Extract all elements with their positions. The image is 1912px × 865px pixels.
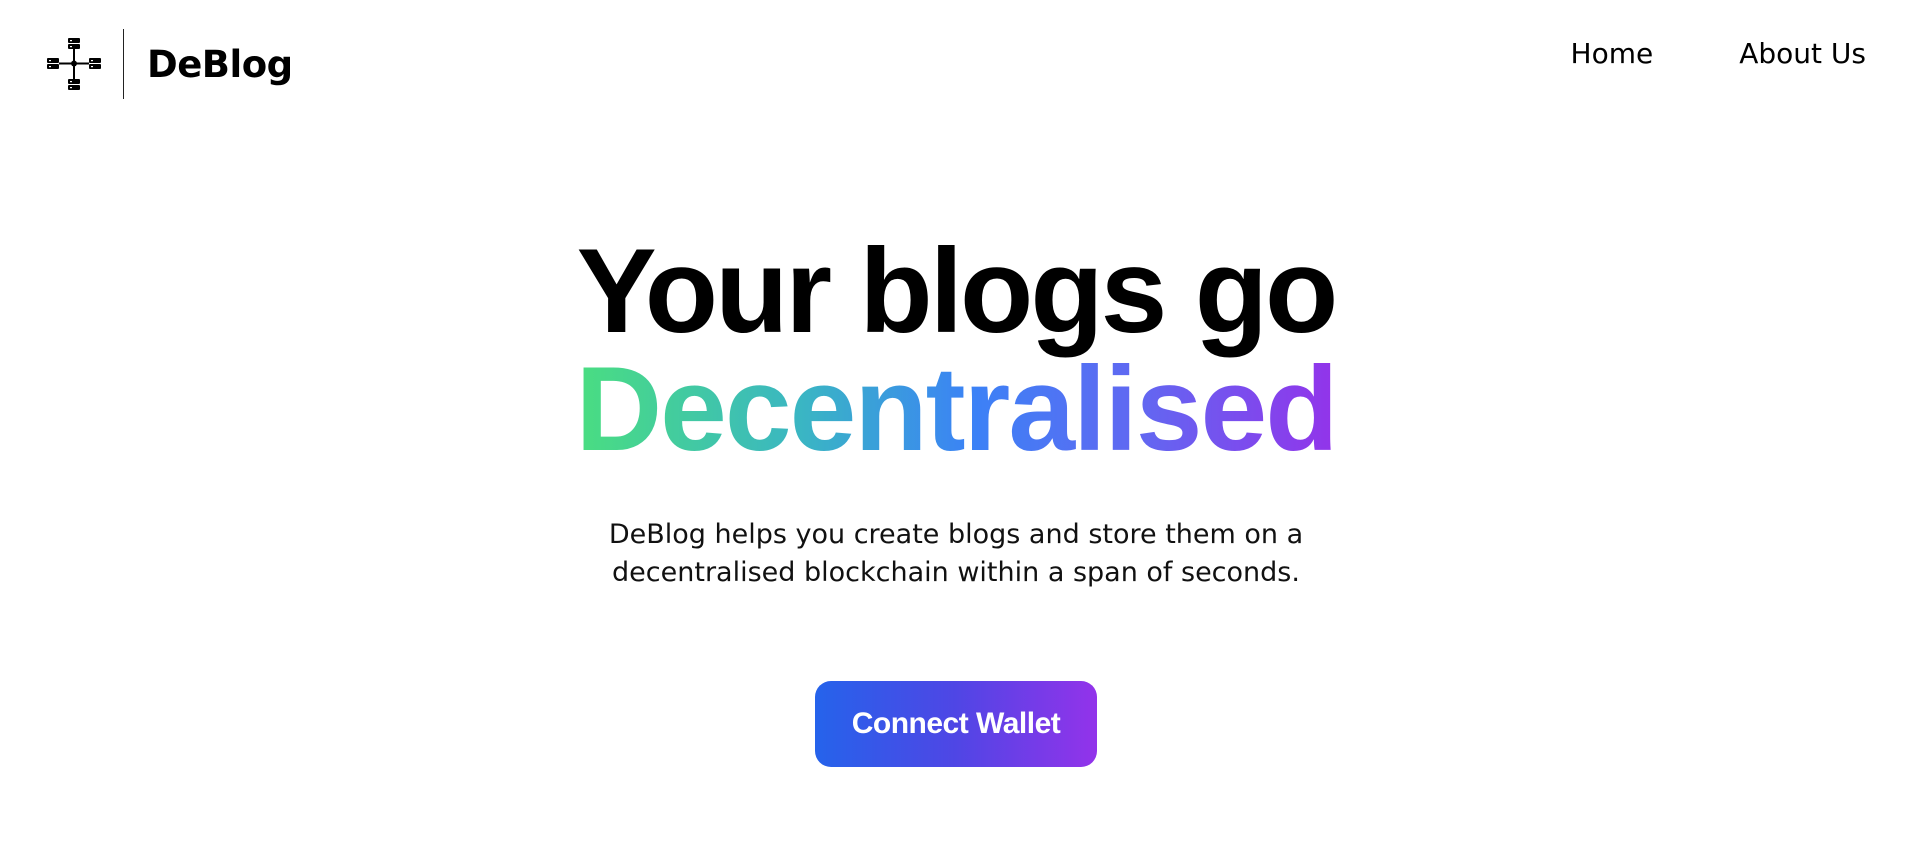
site-header: DeBlog Home About Us xyxy=(0,0,1912,120)
brand[interactable]: DeBlog xyxy=(46,28,293,100)
network-nodes-icon xyxy=(47,38,101,90)
connect-wallet-button[interactable]: Connect Wallet xyxy=(815,681,1097,767)
hero-section: Your blogs go Decentralised DeBlog helps… xyxy=(0,224,1912,592)
nav-home-link[interactable]: Home xyxy=(1571,34,1654,74)
nav-about-us-link[interactable]: About Us xyxy=(1739,34,1866,74)
brand-divider xyxy=(123,29,124,99)
brand-name: DeBlog xyxy=(147,42,293,86)
hero-heading: Your blogs go xyxy=(576,224,1339,358)
main-nav: Home About Us xyxy=(1571,34,1866,74)
hero-heading-gradient: Decentralised xyxy=(575,342,1338,476)
cta-container: Connect Wallet xyxy=(0,681,1912,767)
hero-subtitle: DeBlog helps you create blogs and store … xyxy=(608,519,1304,588)
page: DeBlog Home About Us Your blogs go Decen… xyxy=(0,0,1912,865)
